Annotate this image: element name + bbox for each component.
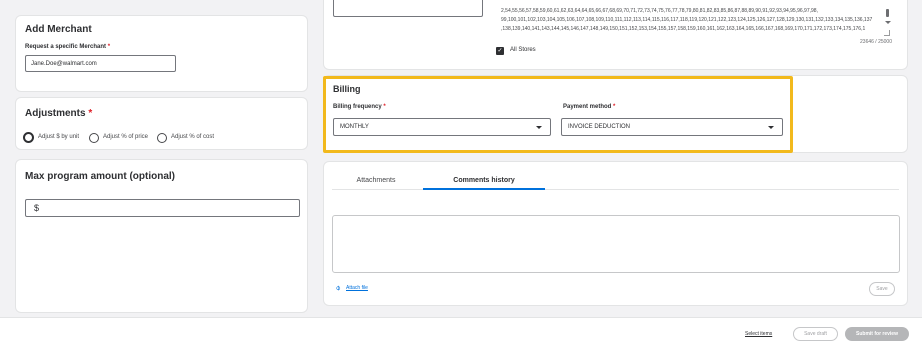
- resize-handle-icon[interactable]: [884, 30, 890, 36]
- adjustments-card: Adjustments * Adjust $ by unit Adjust % …: [15, 97, 308, 150]
- adjust-percent-cost-label: Adjust % of cost: [171, 134, 215, 140]
- tab-attachments[interactable]: Attachments: [339, 177, 413, 184]
- billing-frequency-label-text: Billing frequency: [333, 104, 382, 110]
- billing-frequency-value: MONTHLY: [340, 124, 369, 130]
- payment-method-value: INVOICE DEDUCTION: [568, 124, 631, 130]
- billing-highlight-frame: [323, 76, 793, 153]
- adjust-percent-cost-radio[interactable]: [157, 133, 167, 143]
- payment-method-label: Payment method *: [563, 104, 615, 110]
- adjust-by-unit-label: Adjust $ by unit: [38, 134, 80, 140]
- request-merchant-label-text: Request a specific Merchant: [25, 44, 107, 50]
- char-count: 23646 / 25000: [860, 39, 892, 45]
- request-merchant-label: Request a specific Merchant *: [25, 44, 110, 50]
- scroll-down-icon[interactable]: [885, 21, 891, 24]
- store-search-input[interactable]: [333, 0, 483, 17]
- request-merchant-input[interactable]: Jane.Doe@walmart.com: [25, 55, 176, 72]
- max-program-input[interactable]: $: [25, 199, 300, 217]
- textarea-scrollbar[interactable]: [886, 9, 889, 17]
- store-list-line-3: ,138,139,140,141,143,144,145,146,147,148…: [501, 26, 866, 32]
- billing-title: Billing: [333, 84, 361, 94]
- footer-bar: [0, 317, 922, 352]
- adjust-by-unit-radio[interactable]: [23, 132, 34, 143]
- adjust-percent-price-radio[interactable]: [89, 133, 99, 143]
- add-merchant-card: Add Merchant Request a specific Merchant…: [15, 15, 308, 92]
- payment-method-select[interactable]: INVOICE DEDUCTION: [561, 118, 783, 136]
- chevron-down-icon: [768, 126, 774, 129]
- tab-comments-history[interactable]: Comments history: [424, 177, 544, 184]
- max-program-card: Max program amount (optional) $: [15, 159, 308, 313]
- save-draft-button[interactable]: Save draft: [793, 327, 838, 341]
- required-asterisk: *: [613, 104, 616, 110]
- adjustments-title: Adjustments *: [25, 108, 92, 119]
- store-list-line-1: 2,54,55,56,57,58,59,60,61,62,63,64,64,65…: [501, 8, 818, 14]
- comment-textarea[interactable]: [332, 215, 900, 273]
- payment-method-label-text: Payment method: [563, 104, 612, 110]
- tab-divider: [332, 189, 899, 190]
- required-asterisk: *: [383, 104, 386, 110]
- all-stores-checkbox[interactable]: ✓: [496, 47, 504, 55]
- active-tab-underline: [423, 188, 545, 190]
- submit-for-review-button[interactable]: Submit for review: [845, 327, 909, 341]
- chevron-down-icon: [536, 126, 542, 129]
- adjustments-title-text: Adjustments: [25, 108, 86, 119]
- required-asterisk: *: [107, 44, 111, 50]
- attach-file-link[interactable]: Attach file: [346, 285, 368, 291]
- select-items-link[interactable]: Select items: [745, 331, 772, 337]
- billing-frequency-select[interactable]: MONTHLY: [333, 118, 551, 136]
- save-comment-button[interactable]: Save: [869, 282, 895, 296]
- add-merchant-title: Add Merchant: [25, 24, 92, 35]
- currency-symbol: $: [34, 203, 40, 213]
- required-asterisk: *: [88, 108, 93, 119]
- max-program-title: Max program amount (optional): [25, 171, 175, 182]
- billing-frequency-label: Billing frequency *: [333, 104, 386, 110]
- adjust-percent-price-label: Adjust % of price: [103, 134, 149, 140]
- all-stores-label: All Stores: [510, 47, 536, 53]
- store-list-line-2: 99,100,101,102,103,104,105,106,107,108,1…: [501, 17, 873, 23]
